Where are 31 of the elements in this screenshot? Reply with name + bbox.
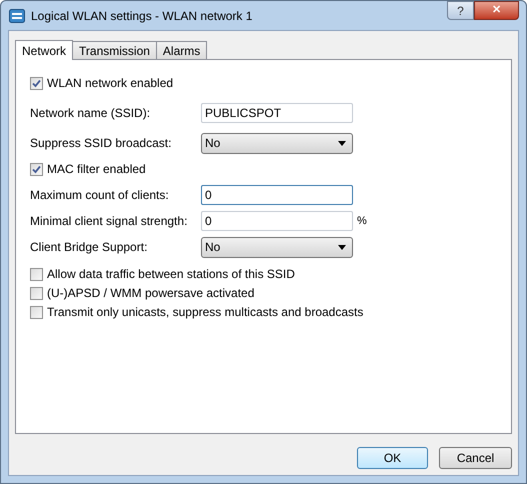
text-field[interactable]: 0 [201, 185, 353, 205]
text-field[interactable]: PUBLICSPOT [201, 103, 353, 123]
dialog-button[interactable]: OK [357, 447, 428, 469]
checkbox-label: WLAN network enabled [47, 75, 174, 92]
checkbox[interactable] [30, 268, 43, 280]
dropdown-arrow-icon [338, 140, 346, 146]
field-label: Suppress SSID broadcast: [30, 135, 172, 152]
app-icon [9, 8, 25, 24]
checkbox-label: (U-)APSD / WMM powersave activated [47, 285, 254, 302]
checkbox-label: MAC filter enabled [47, 161, 146, 178]
dropdown-arrow-icon [338, 244, 346, 250]
tab[interactable]: Transmission [72, 41, 157, 59]
checkbox-label: Transmit only unicasts, suppress multicasts and broadcasts [47, 304, 364, 321]
field-label: Minimal client signal strength: [30, 213, 188, 230]
dropdown[interactable]: No [201, 132, 353, 154]
checkbox[interactable] [30, 306, 43, 318]
checkbox-label: Allow data traffic between stations of this SSID [47, 266, 295, 283]
checkbox[interactable] [30, 162, 43, 176]
help-button[interactable]: ? [447, 1, 474, 20]
field-label: Maximum count of clients: [30, 187, 170, 204]
tab[interactable]: Alarms [156, 41, 208, 59]
dialog-button[interactable]: Cancel [439, 447, 512, 469]
dropdown[interactable]: No [201, 236, 353, 258]
checkbox[interactable] [30, 286, 43, 300]
field-label: Network name (SSID): [30, 105, 152, 122]
text-field[interactable]: 0 [201, 211, 353, 231]
tab[interactable]: Network [15, 40, 74, 60]
window-title: Logical WLAN settings - WLAN network 1 [31, 8, 252, 24]
unit-label: % [357, 214, 367, 229]
checkbox[interactable] [30, 76, 43, 90]
field-label: Client Bridge Support: [30, 239, 148, 256]
